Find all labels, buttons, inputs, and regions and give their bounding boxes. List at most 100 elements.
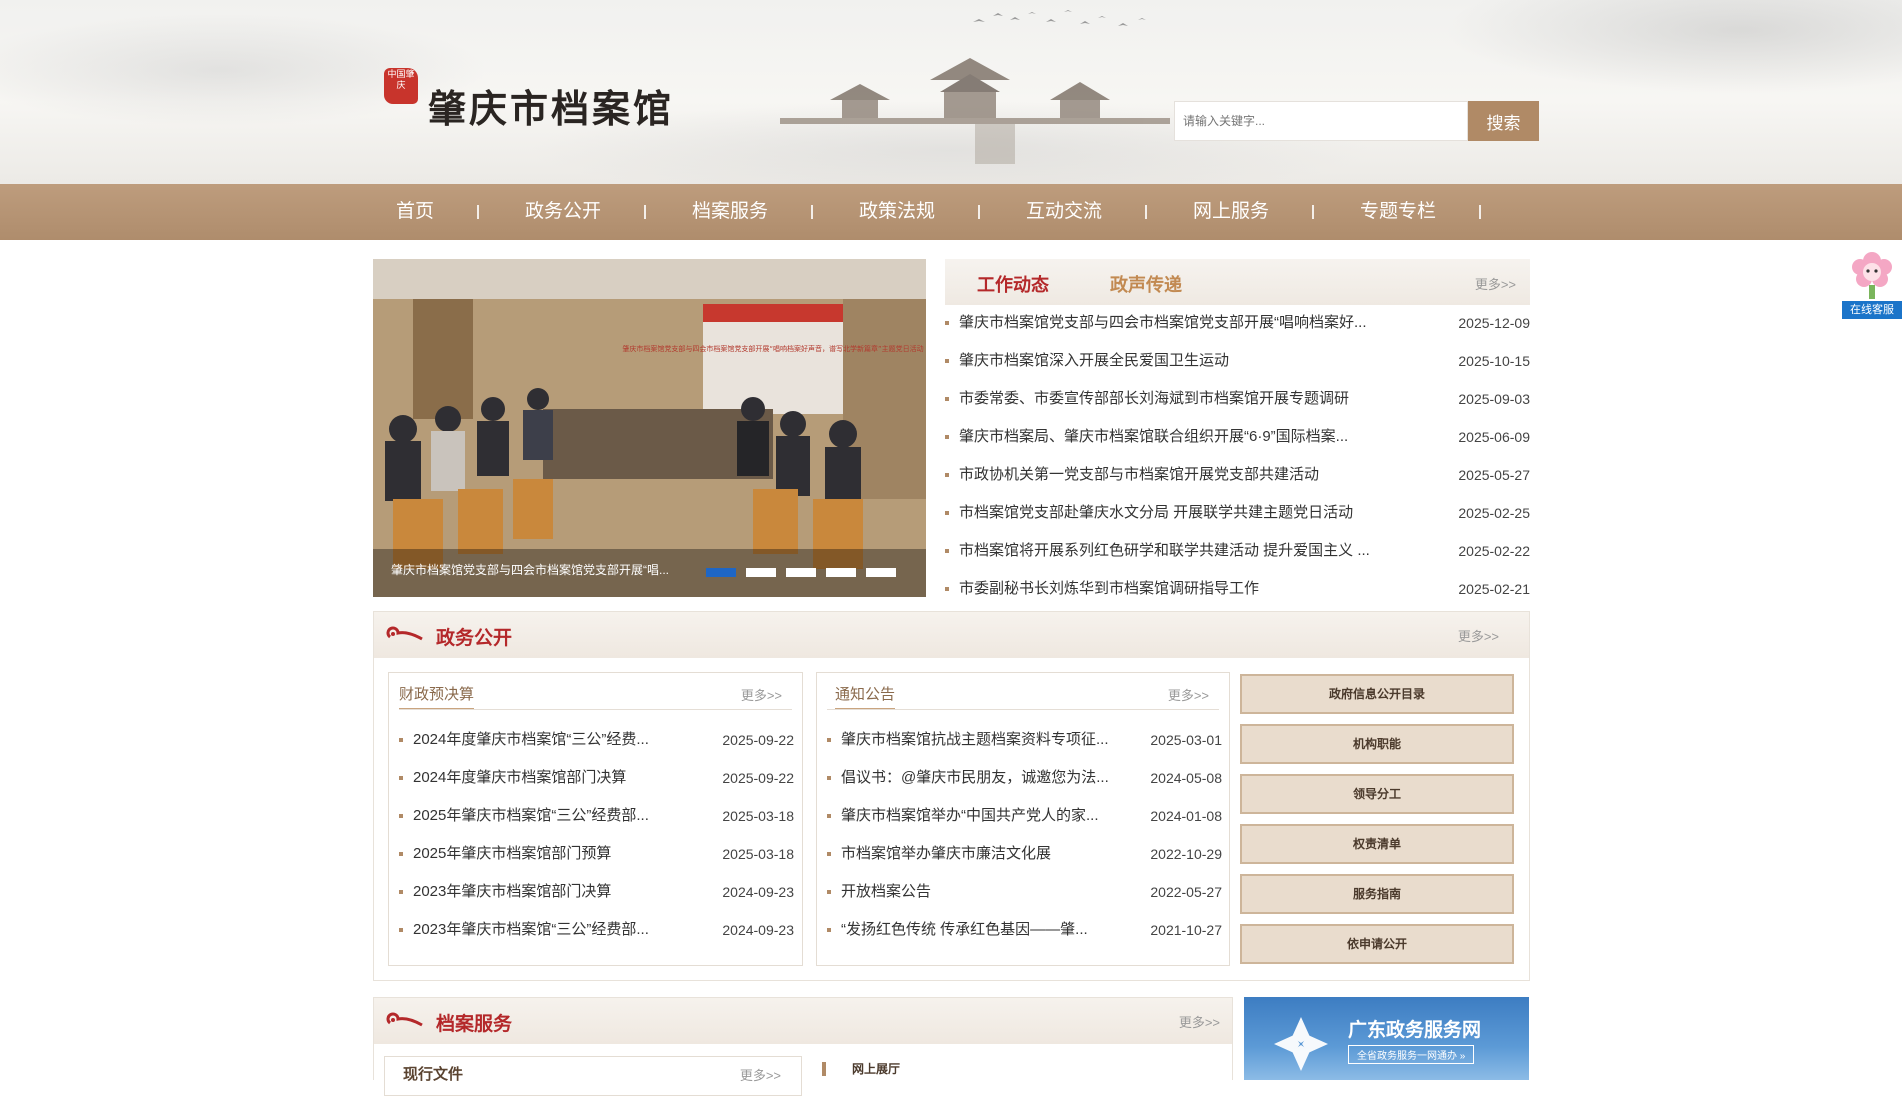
item-title[interactable]: 肇庆市档案馆深入开展全民爱国卫生运动 [959,346,1409,376]
birds-decoration [973,10,1146,26]
nav-item-archive-service[interactable]: 档案服务 [692,184,768,240]
sub-title[interactable]: 财政预决算 [399,683,475,710]
carousel-dot[interactable] [866,568,896,577]
list-item[interactable]: 倡议书：@肇庆市民朋友，诚邀您为法... 2024-05-08 [827,763,1222,793]
item-title[interactable]: 2024年度肇庆市档案馆“三公”经费... [413,725,703,755]
nav-divider [811,205,813,219]
item-title[interactable]: 肇庆市档案馆党支部与四会市档案馆党支部开展“唱响档案好... [959,308,1409,338]
site-title[interactable]: 肇庆市档案馆 [428,78,674,133]
list-item[interactable]: 市档案馆将开展系列红色研学和联学共建活动 提升爱国主义 ... 2025-02-2… [945,536,1530,566]
more-link[interactable]: 更多>> [1458,626,1499,645]
guangdong-gov-service-banner[interactable]: 广东政务服务网 全省政务服务一网通办 » [1244,997,1529,1080]
item-title[interactable]: 2023年肇庆市档案馆“三公”经费部... [413,915,703,945]
more-link[interactable]: 更多>> [1179,1012,1220,1031]
item-date: 2024-09-23 [722,922,794,938]
list-item[interactable]: 肇庆市档案馆抗战主题档案资料专项征... 2025-03-01 [827,725,1222,755]
item-title[interactable]: 2024年度肇庆市档案馆部门决算 [413,763,703,793]
search-button[interactable]: 搜索 [1468,101,1539,141]
nav-item-gov-affairs[interactable]: 政务公开 [525,184,601,240]
item-title[interactable]: 开放档案公告 [841,877,1131,907]
list-item[interactable]: “发扬红色传统 传承红色基因——肇... 2021-10-27 [827,915,1222,945]
section-header: 档案服务 更多>> [374,998,1232,1044]
list-item[interactable]: 肇庆市档案馆党支部与四会市档案馆党支部开展“唱响档案好... 2025-12-09 [945,308,1530,338]
sub-title[interactable]: 通知公告 [835,683,896,710]
nav-divider [1312,205,1314,219]
online-exhibition-title[interactable]: 网上展厅 [852,1060,900,1077]
search-input[interactable] [1174,101,1468,141]
nav-item-home[interactable]: 首页 [396,184,434,240]
item-date: 2025-02-22 [1458,543,1530,559]
apply-disclosure-button[interactable]: 依申请公开 [1240,924,1514,964]
list-item[interactable]: 2025年肇庆市档案馆部门预算 2025-03-18 [399,839,794,869]
more-link[interactable]: 更多>> [740,1065,781,1084]
bullet-icon [399,890,403,894]
list-item[interactable]: 2023年肇庆市档案馆“三公”经费部... 2024-09-23 [399,915,794,945]
nav-item-online-service[interactable]: 网上服务 [1193,184,1269,240]
nav-item-special-topics[interactable]: 专题专栏 [1360,184,1436,240]
bullet-icon [827,814,831,818]
item-title[interactable]: 肇庆市档案馆举办“中国共产党人的家... [841,801,1131,831]
list-item[interactable]: 2024年度肇庆市档案馆部门决算 2025-09-22 [399,763,794,793]
list-item[interactable]: 肇庆市档案馆举办“中国共产党人的家... 2024-01-08 [827,801,1222,831]
item-title[interactable]: 市档案馆将开展系列红色研学和联学共建活动 提升爱国主义 ... [959,536,1409,566]
archive-service-section: 档案服务 更多>> 现行文件 更多>> 网上展厅 [373,997,1233,1096]
list-item[interactable]: 市委常委、市委宣传部部长刘海斌到市档案馆开展专题调研 2025-09-03 [945,384,1530,414]
item-title[interactable]: 肇庆市档案局、肇庆市档案馆联合组织开展“6·9”国际档案... [959,422,1409,452]
carousel-caption[interactable]: 肇庆市档案馆党支部与四会市档案馆党支部开展“唱... [391,561,681,578]
online-service-label[interactable]: 在线客服 [1842,301,1902,319]
news-carousel[interactable]: 肇庆市档案馆党支部与四会市档案馆党支部开展“唱响档案好声音，谱写北学新篇章”主题… [373,259,926,597]
more-link[interactable]: 更多>> [1475,274,1516,293]
list-item[interactable]: 2024年度肇庆市档案馆“三公”经费... 2025-09-22 [399,725,794,755]
item-title[interactable]: 2023年肇庆市档案馆部门决算 [413,877,703,907]
nav-divider [477,205,479,219]
carousel-dot[interactable] [786,568,816,577]
nav-divider [1145,205,1147,219]
list-item[interactable]: 肇庆市档案局、肇庆市档案馆联合组织开展“6·9”国际档案... 2025-06-0… [945,422,1530,452]
power-list-button[interactable]: 权责清单 [1240,824,1514,864]
nav-item-policy[interactable]: 政策法规 [859,184,935,240]
site-header: 中国肇庆 肇庆市档案馆 搜索 [0,0,1902,184]
item-title[interactable]: “发扬红色传统 传承红色基因——肇... [841,915,1131,945]
item-date: 2025-02-25 [1458,505,1530,521]
item-title[interactable]: 市档案馆举办肇庆市廉洁文化展 [841,839,1131,869]
carousel-photo: 肇庆市档案馆党支部与四会市档案馆党支部开展“唱响档案好声音，谱写北学新篇章”主题… [373,259,926,597]
institution-functions-button[interactable]: 机构职能 [1240,724,1514,764]
item-title[interactable]: 倡议书：@肇庆市民朋友，诚邀您为法... [841,763,1131,793]
list-item[interactable]: 开放档案公告 2022-05-27 [827,877,1222,907]
item-title[interactable]: 2025年肇庆市档案馆部门预算 [413,839,703,869]
list-item[interactable]: 市委副秘书长刘炼华到市档案馆调研指导工作 2025-02-21 [945,574,1530,604]
list-item[interactable]: 市档案馆举办肇庆市廉洁文化展 2022-10-29 [827,839,1222,869]
item-date: 2025-03-18 [722,808,794,824]
bullet-icon [945,511,949,515]
item-title[interactable]: 市档案馆党支部赴肇庆水文分局 开展联学共建主题党日活动 [959,498,1409,528]
list-item[interactable]: 市政协机关第一党支部与市档案馆开展党支部共建活动 2025-05-27 [945,460,1530,490]
list-item[interactable]: 肇庆市档案馆深入开展全民爱国卫生运动 2025-10-15 [945,346,1530,376]
online-service-widget[interactable]: 在线客服 [1842,247,1902,319]
list-item[interactable]: 2023年肇庆市档案馆部门决算 2024-09-23 [399,877,794,907]
sub-title[interactable]: 现行文件 [403,1063,463,1088]
tab-work-news[interactable]: 工作动态 [977,271,1049,297]
nav-item-interaction[interactable]: 互动交流 [1026,184,1102,240]
item-date: 2024-05-08 [1150,770,1222,786]
gov-info-directory-button[interactable]: 政府信息公开目录 [1240,674,1514,714]
carousel-dot[interactable] [706,568,736,577]
item-date: 2022-05-27 [1150,884,1222,900]
carousel-dot[interactable] [746,568,776,577]
item-title[interactable]: 市政协机关第一党支部与市档案馆开展党支部共建活动 [959,460,1409,490]
item-title[interactable]: 市委副秘书长刘炼华到市档案馆调研指导工作 [959,574,1409,604]
banner-subtitle: 全省政务服务一网通办 » [1348,1045,1475,1064]
leadership-division-button[interactable]: 领导分工 [1240,774,1514,814]
section-header: 政务公开 更多>> [374,612,1529,658]
more-link[interactable]: 更多>> [741,685,782,704]
nav-divider [1479,205,1481,219]
item-title[interactable]: 市委常委、市委宣传部部长刘海斌到市档案馆开展专题调研 [959,384,1409,414]
carousel-dot[interactable] [826,568,856,577]
item-title[interactable]: 2025年肇庆市档案馆“三公”经费部... [413,801,703,831]
tab-gov-voice[interactable]: 政声传递 [1110,271,1182,297]
item-date: 2024-01-08 [1150,808,1222,824]
list-item[interactable]: 市档案馆党支部赴肇庆水文分局 开展联学共建主题党日活动 2025-02-25 [945,498,1530,528]
service-guide-button[interactable]: 服务指南 [1240,874,1514,914]
item-title[interactable]: 肇庆市档案馆抗战主题档案资料专项征... [841,725,1131,755]
list-item[interactable]: 2025年肇庆市档案馆“三公”经费部... 2025-03-18 [399,801,794,831]
more-link[interactable]: 更多>> [1168,685,1209,704]
